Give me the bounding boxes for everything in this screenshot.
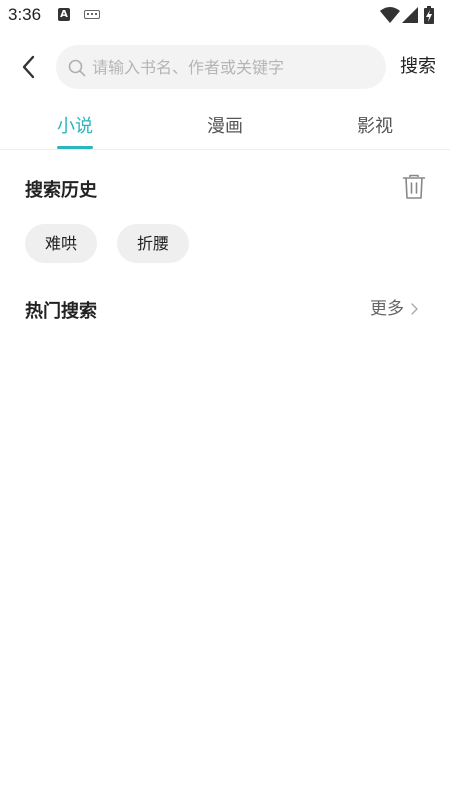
more-link[interactable]: 更多 bbox=[370, 297, 404, 321]
chevron-right-icon bbox=[411, 303, 418, 315]
active-tab-indicator bbox=[57, 146, 93, 149]
battery-charging-icon bbox=[424, 6, 434, 24]
tab-novel[interactable]: 小说 bbox=[0, 106, 150, 150]
tab-video[interactable]: 影视 bbox=[300, 106, 450, 150]
search-input[interactable] bbox=[92, 45, 372, 89]
history-chip[interactable]: 难哄 bbox=[25, 224, 98, 263]
wifi-icon bbox=[380, 7, 400, 23]
category-tabs: 小说 漫画 影视 bbox=[0, 106, 450, 150]
clear-history-button[interactable] bbox=[402, 174, 426, 200]
status-time: 3:36 bbox=[8, 5, 42, 24]
app-icon-letter: A bbox=[60, 9, 68, 20]
history-chip[interactable]: 折腰 bbox=[117, 224, 190, 263]
search-button[interactable]: 搜索 bbox=[392, 44, 444, 90]
search-history-title: 搜索历史 bbox=[25, 180, 97, 201]
search-box[interactable] bbox=[56, 45, 386, 89]
chevron-left-icon bbox=[22, 55, 35, 79]
signal-icon bbox=[402, 7, 418, 23]
tab-comic[interactable]: 漫画 bbox=[150, 106, 300, 150]
back-button[interactable] bbox=[14, 52, 44, 82]
keyboard-icon bbox=[84, 10, 100, 19]
status-icons bbox=[380, 6, 440, 24]
app-notification-icon: A bbox=[58, 8, 70, 21]
status-bar: 3:36 A bbox=[0, 0, 450, 32]
search-icon bbox=[68, 59, 86, 77]
search-header: 搜索 bbox=[0, 44, 450, 90]
hot-search-title: 热门搜索 bbox=[25, 301, 97, 322]
trash-icon bbox=[402, 174, 426, 199]
